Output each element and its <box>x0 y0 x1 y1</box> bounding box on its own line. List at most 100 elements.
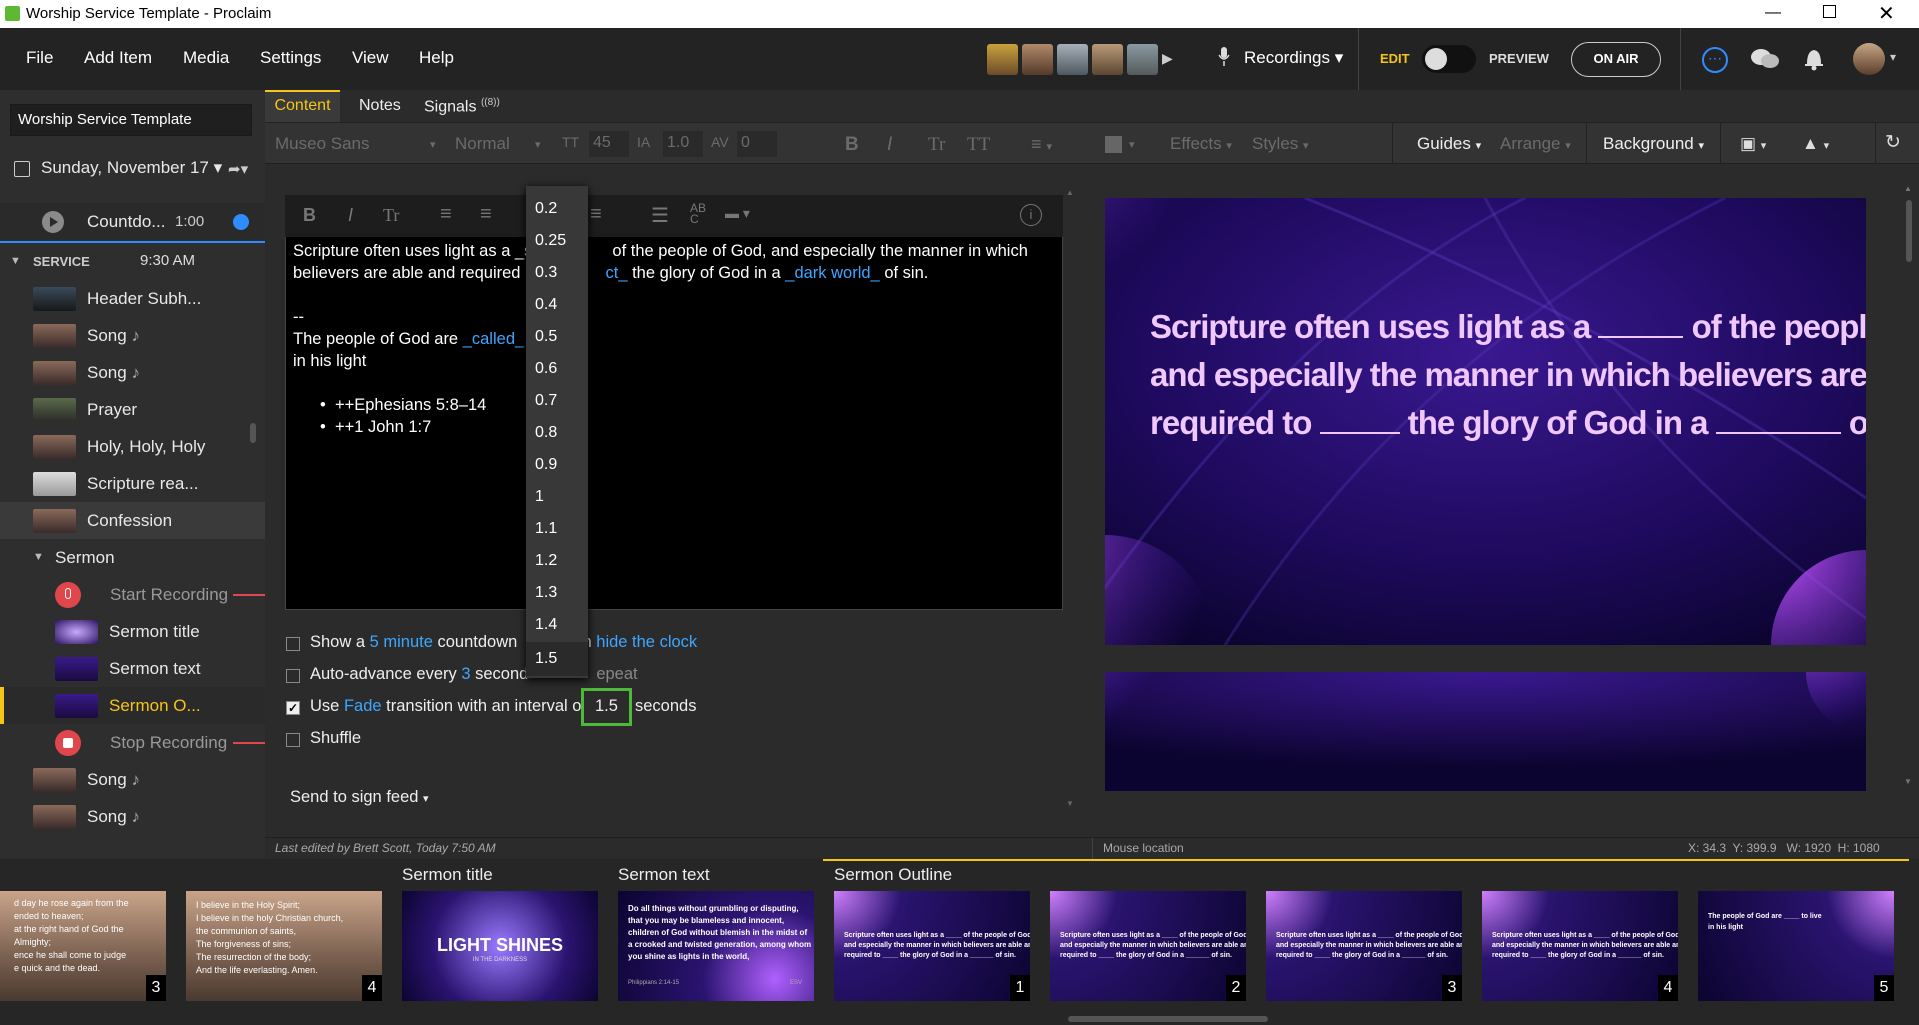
list-item[interactable]: Header Subh... <box>0 280 265 317</box>
countdown-item[interactable]: Countdo... 1:00 <box>0 203 265 240</box>
preview-scrollbar[interactable] <box>1906 200 1912 262</box>
menu-help[interactable]: Help <box>419 48 454 68</box>
text-box-icon[interactable]: ▣ ▾ <box>1740 134 1766 154</box>
list-item[interactable]: Holy, Holy, Holy <box>0 428 265 465</box>
color-swatch-icon[interactable] <box>1105 136 1122 153</box>
list-item[interactable]: Sermon text <box>0 650 265 687</box>
chevron-down-icon[interactable]: ▾ <box>1890 50 1896 64</box>
image-icon[interactable]: ▲ ▾ <box>1802 134 1829 154</box>
font-size-input[interactable]: 45 <box>589 131 629 157</box>
dropdown-option-selected[interactable]: 1.5 <box>526 642 588 676</box>
more-icon[interactable]: ⋯ <box>1702 47 1728 73</box>
bold-icon[interactable]: B <box>845 134 859 156</box>
play-icon[interactable] <box>42 211 64 233</box>
info-icon[interactable]: i <box>1020 204 1042 226</box>
bold-icon[interactable]: B <box>303 205 316 226</box>
dropdown-option[interactable]: 1.4 <box>535 616 557 634</box>
refresh-icon[interactable]: ↻ <box>1885 131 1901 154</box>
dropdown-option[interactable]: 1.1 <box>535 520 557 538</box>
autoadvance-checkbox[interactable] <box>286 669 300 683</box>
line-height-input[interactable]: 1.0 <box>663 131 703 157</box>
editor-scroll-down-icon[interactable]: ▼ <box>1066 799 1074 808</box>
effects-menu[interactable]: Effects ▾ <box>1170 134 1232 154</box>
align-icon[interactable]: ≡ ▾ <box>1031 134 1052 155</box>
transition-checkbox[interactable]: ✓ <box>286 701 300 715</box>
slide-thumbnail[interactable]: Do all things without grumbling or dispu… <box>618 891 814 1001</box>
dropdown-option[interactable]: 0.8 <box>535 424 557 442</box>
italic-icon[interactable]: I <box>887 134 892 156</box>
list-item[interactable]: Sermon title <box>0 613 265 650</box>
participant-avatar[interactable] <box>1127 44 1158 75</box>
guides-menu[interactable]: Guides ▾ <box>1417 134 1481 154</box>
restore-icon[interactable] <box>1823 5 1836 18</box>
presentation-name-input[interactable]: Worship Service Template <box>10 104 252 136</box>
styles-menu[interactable]: Styles ▾ <box>1252 134 1309 154</box>
slide-thumbnail[interactable]: Scripture often uses light as a ____ of … <box>834 891 1030 1001</box>
service-date-selector[interactable]: Sunday, November 17 ▾ <box>41 158 222 178</box>
menu-view[interactable]: View <box>352 48 389 68</box>
font-family-select[interactable]: Museo Sans ▾ <box>275 134 436 154</box>
more-format-icon[interactable]: ▬ ▾ <box>725 205 750 222</box>
slide-preview[interactable]: Scripture often uses light as a of the p… <box>1105 198 1866 645</box>
participant-avatar[interactable] <box>1092 44 1123 75</box>
arrange-menu[interactable]: Arrange ▾ <box>1500 134 1571 154</box>
participant-avatar[interactable] <box>1057 44 1088 75</box>
user-avatar[interactable] <box>1853 43 1885 75</box>
tab-signals[interactable]: Signals ((8)) <box>424 97 500 116</box>
next-slide-preview[interactable] <box>1105 672 1866 791</box>
outdent-icon[interactable]: ≡ <box>590 203 602 226</box>
preview-scroll-up-icon[interactable]: ▲ <box>1904 184 1912 193</box>
menu-add-item[interactable]: Add Item <box>84 48 152 68</box>
dropdown-option[interactable]: 0.4 <box>535 296 557 314</box>
spellcheck-icon[interactable]: AB C <box>690 202 706 225</box>
chevron-down-icon[interactable]: ▼ <box>33 551 44 563</box>
sidebar-scrollbar[interactable] <box>250 423 256 443</box>
chevron-down-icon[interactable]: ▼ <box>10 255 21 267</box>
bullet-list-icon[interactable]: ≡ <box>440 203 452 226</box>
list-item[interactable]: Song ♪ <box>0 761 265 798</box>
recordings-menu[interactable]: Recordings ▾ <box>1244 48 1343 68</box>
interval-value-link[interactable]: 1.5 <box>595 697 618 716</box>
editor-scroll-up-icon[interactable]: ▲ <box>1066 188 1074 197</box>
bell-icon[interactable] <box>1803 46 1825 71</box>
filmstrip-scrollbar[interactable] <box>1068 1016 1268 1022</box>
shuffle-checkbox[interactable] <box>286 733 300 747</box>
list-item[interactable]: Scripture rea... <box>0 465 265 502</box>
text-case-icon[interactable]: Tr <box>928 134 945 156</box>
slide-thumbnail[interactable]: The people of God are ____ to live in his… <box>1698 891 1894 1001</box>
on-air-button[interactable]: ON AIR <box>1571 42 1661 77</box>
edit-preview-toggle[interactable] <box>1422 45 1476 73</box>
list-item[interactable]: Song ♪ <box>0 354 265 391</box>
send-to-sign-feed-menu[interactable]: Send to sign feed ▾ <box>290 788 429 807</box>
hide-clock-link[interactable]: hide the clock <box>596 633 697 651</box>
participant-avatar[interactable] <box>987 44 1018 75</box>
transition-type-link[interactable]: Fade <box>344 697 382 715</box>
letter-spacing-input[interactable]: 0 <box>737 131 777 157</box>
dropdown-option[interactable]: 0.5 <box>535 328 557 346</box>
uppercase-icon[interactable]: TT <box>967 134 990 156</box>
list-item[interactable]: Confession <box>0 502 265 539</box>
list-item-selected[interactable]: Sermon O... <box>0 687 265 724</box>
countdown-checkbox[interactable] <box>286 637 300 651</box>
participant-avatar[interactable] <box>1022 44 1053 75</box>
autoadvance-seconds-link[interactable]: 3 <box>461 665 470 683</box>
text-case-icon[interactable]: Tr <box>383 205 399 226</box>
chevron-down-icon[interactable]: ▾ <box>1129 138 1135 151</box>
font-weight-select[interactable]: Normal ▾ <box>455 134 541 154</box>
dropdown-option[interactable]: 0.6 <box>535 360 557 378</box>
list-item[interactable]: Prayer <box>0 391 265 428</box>
minimize-icon[interactable]: — <box>1765 4 1781 22</box>
group-sermon[interactable]: ▼ Sermon <box>0 539 265 576</box>
list-item[interactable]: Song ♪ <box>0 317 265 354</box>
dropdown-option[interactable]: 0.3 <box>535 264 557 282</box>
dropdown-option[interactable]: 0.7 <box>535 392 557 410</box>
stop-recording-item[interactable]: Stop Recording <box>0 724 265 761</box>
dropdown-option[interactable]: 1.2 <box>535 552 557 570</box>
slide-thumbnail[interactable]: Scripture often uses light as a ____ of … <box>1266 891 1462 1001</box>
dropdown-option[interactable]: 0.2 <box>535 200 557 218</box>
close-icon[interactable]: ✕ <box>1878 1 1895 26</box>
dropdown-option[interactable]: 1 <box>535 488 544 506</box>
slide-thumbnail[interactable]: Scripture often uses light as a ____ of … <box>1050 891 1246 1001</box>
slide-thumbnail[interactable]: Scripture often uses light as a ____ of … <box>1482 891 1678 1001</box>
menu-media[interactable]: Media <box>183 48 229 68</box>
